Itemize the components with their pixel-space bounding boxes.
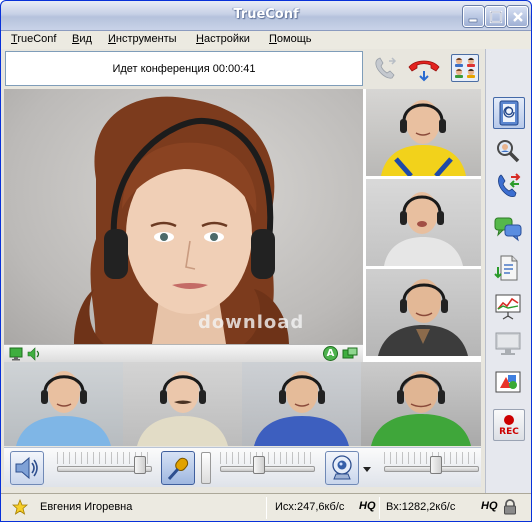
title-bar[interactable]: TrueConf — [1, 1, 531, 31]
record-button[interactable]: REC — [493, 409, 525, 441]
user-name: Евгения Игоревна — [40, 501, 133, 513]
screen-share-icon — [495, 332, 521, 355]
menu-bar: TrueConf Вид Инструменты Настройки Помощ… — [1, 31, 531, 49]
star-icon[interactable] — [12, 499, 28, 515]
incoming-bitrate: Вх:1282,2кб/с — [386, 501, 456, 513]
avatar-badge[interactable]: A — [323, 346, 338, 361]
participant-image-7 — [371, 371, 471, 446]
participant-video-7[interactable] — [361, 362, 481, 446]
participants-layout-button[interactable] — [451, 54, 479, 82]
webcam-icon — [332, 455, 352, 480]
chat-button[interactable] — [493, 213, 525, 245]
microphone-volume-slider[interactable] — [220, 466, 315, 472]
maximize-button[interactable] — [485, 6, 506, 27]
participant-image-1 — [381, 100, 466, 176]
participant-video-1[interactable] — [366, 89, 481, 176]
participants-layout-icon — [455, 57, 475, 78]
microphone-level-meter — [201, 452, 211, 484]
file-transfer-icon — [494, 255, 518, 281]
participant-video-5[interactable] — [123, 362, 242, 446]
address-book-icon — [499, 100, 519, 126]
menu-item-view[interactable]: Вид — [72, 33, 92, 45]
conference-status-box: Идет конференция 00:00:41 — [5, 51, 363, 86]
minimize-icon — [468, 18, 478, 23]
incoming-quality: HQ — [481, 500, 498, 512]
main-participant-image — [74, 96, 289, 344]
participant-video-3[interactable] — [366, 269, 481, 356]
file-transfer-button[interactable] — [493, 253, 525, 285]
video-area: download A — [4, 89, 481, 446]
speaker-volume-thumb[interactable] — [134, 456, 147, 474]
media-controls — [4, 447, 481, 487]
window-title: TrueConf — [233, 7, 299, 22]
participant-image-3 — [378, 279, 468, 356]
screen-share-button[interactable] — [493, 329, 525, 361]
camera-level-thumb[interactable] — [429, 456, 442, 474]
address-book-button[interactable] — [493, 97, 525, 129]
slideshow-button[interactable] — [493, 291, 525, 323]
main-video-toolbar: A — [4, 344, 363, 362]
main-video[interactable]: download — [4, 89, 363, 344]
call-transfer-icon — [498, 173, 521, 198]
status-bar: Евгения Игоревна Исх:247,6кб/с HQ Вх:128… — [1, 493, 531, 521]
status-separator-1 — [266, 497, 267, 519]
participant-image-2 — [384, 192, 463, 266]
phone-call-icon[interactable] — [372, 55, 400, 83]
speaker-icon — [15, 456, 38, 480]
app-window: TrueConf TrueConf Вид Инструменты Настро… — [0, 0, 532, 522]
microphone-volume-thumb[interactable] — [253, 456, 266, 474]
minimize-button[interactable] — [463, 6, 484, 27]
menu-item-tools[interactable]: Инструменты — [108, 33, 177, 45]
mic-slider-ticks — [220, 452, 315, 464]
outgoing-quality: HQ — [359, 500, 376, 512]
monitor-icon[interactable] — [9, 347, 23, 361]
camera-button[interactable] — [325, 451, 359, 485]
outgoing-bitrate: Исх:247,6кб/с — [275, 501, 345, 513]
chat-icon — [494, 217, 522, 242]
participant-image-5 — [137, 371, 228, 446]
call-transfer-button[interactable] — [493, 171, 525, 203]
participant-video-2[interactable] — [366, 179, 481, 266]
camera-dropdown-icon[interactable] — [362, 464, 372, 474]
record-label: REC — [499, 427, 519, 437]
participant-video-6[interactable] — [242, 362, 361, 446]
whiteboard-icon — [495, 371, 521, 393]
search-user-icon — [497, 140, 520, 163]
maximize-icon — [489, 10, 503, 24]
volume-small-icon[interactable] — [26, 347, 42, 361]
menu-item-trueconf[interactable]: TrueConf — [11, 33, 56, 45]
participant-video-4[interactable] — [4, 362, 123, 446]
lock-icon — [504, 499, 516, 515]
hangup-icon[interactable] — [406, 55, 442, 83]
speaker-button[interactable] — [10, 451, 44, 485]
client-area: Идет конференция 00:00:41 download A REC — [1, 49, 531, 493]
close-icon — [513, 12, 523, 22]
status-separator-2 — [379, 497, 380, 519]
participant-image-6 — [254, 371, 349, 446]
slideshow-icon — [495, 294, 521, 320]
microphone-icon — [167, 457, 189, 481]
pip-icon[interactable] — [342, 347, 358, 361]
participant-image-4 — [16, 371, 111, 446]
conference-status-text: Идет конференция 00:00:41 — [112, 63, 256, 75]
close-button[interactable] — [507, 6, 528, 27]
tools-sidebar: REC — [485, 49, 531, 493]
search-user-button[interactable] — [493, 136, 525, 168]
whiteboard-button[interactable] — [493, 367, 525, 399]
watermark-text: download — [198, 312, 305, 333]
microphone-button[interactable] — [161, 451, 195, 485]
menu-item-settings[interactable]: Настройки — [196, 33, 250, 45]
menu-item-help[interactable]: Помощь — [269, 33, 312, 45]
